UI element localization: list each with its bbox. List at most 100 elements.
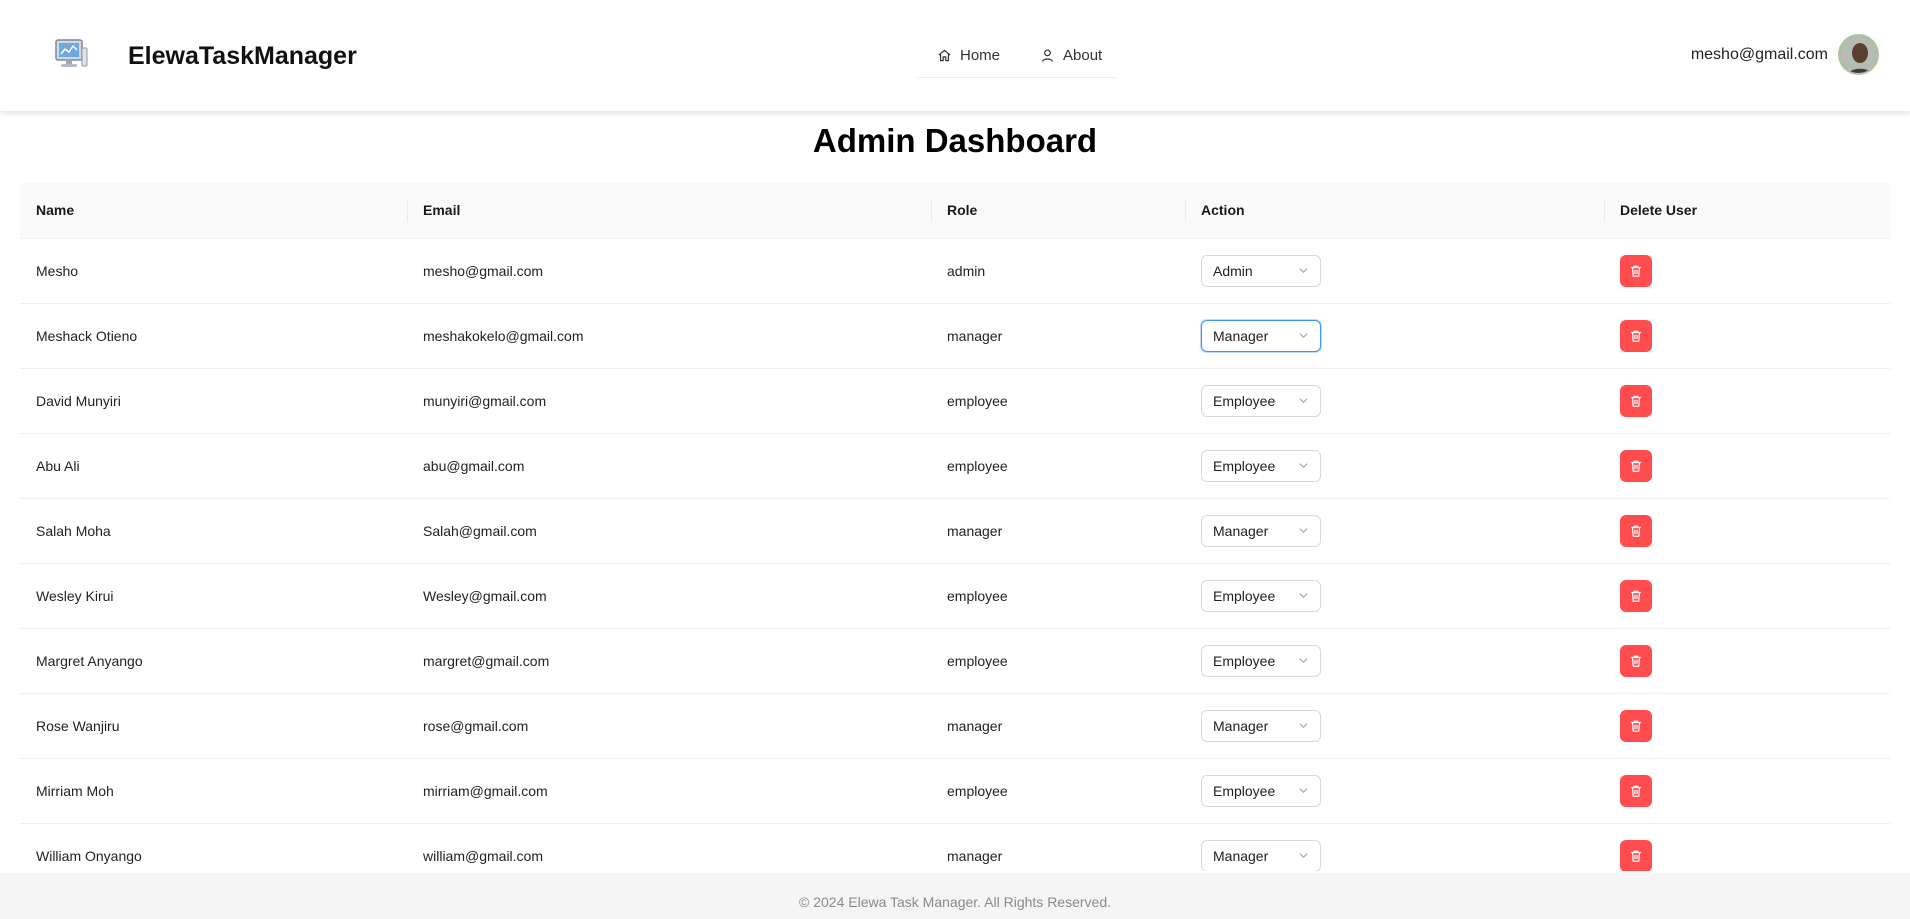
role-select-value: Employee — [1213, 652, 1276, 669]
user-role: employee — [931, 433, 1185, 499]
user-role: admin — [931, 238, 1185, 304]
trash-icon — [1631, 460, 1641, 472]
user-name: Wesley Kirui — [20, 563, 407, 629]
column-header-name: Name — [20, 183, 407, 239]
table-row: Salah Moha Salah@gmail.com manager Manager — [20, 498, 1890, 564]
user-role: manager — [931, 303, 1185, 369]
user-name: Salah Moha — [20, 498, 407, 564]
home-icon — [938, 49, 951, 61]
users-table: Name Email Role Action Delete User Mesho… — [20, 183, 1890, 871]
role-select[interactable]: Manager — [1201, 839, 1321, 871]
column-header-email: Email — [407, 183, 931, 239]
chevron-down-icon — [1299, 333, 1308, 339]
role-select[interactable]: Employee — [1201, 644, 1321, 677]
user-name: William Onyango — [20, 823, 407, 871]
page-title: Admin Dashboard — [812, 122, 1098, 159]
trash-icon — [1631, 850, 1641, 862]
trash-icon — [1631, 655, 1641, 667]
role-select[interactable]: Manager — [1201, 709, 1321, 742]
user-email-cell: margret@gmail.com — [407, 628, 931, 694]
main-nav: Home About — [917, 38, 1116, 78]
role-select-value: Manager — [1213, 522, 1269, 539]
role-select-value: Manager — [1213, 327, 1269, 344]
user-name: David Munyiri — [20, 368, 407, 434]
brand-title[interactable]: ElewaTaskManager — [128, 42, 357, 71]
trash-icon — [1631, 525, 1641, 537]
nav-home-label: Home — [960, 46, 1001, 64]
trash-icon — [1631, 265, 1641, 277]
role-select[interactable]: Employee — [1201, 579, 1321, 612]
user-email: mesho@gmail.com — [1690, 46, 1828, 63]
role-select[interactable]: Employee — [1201, 449, 1321, 482]
footer: © 2024 Elewa Task Manager. All Rights Re… — [0, 873, 1910, 919]
user-email-cell: william@gmail.com — [407, 823, 931, 871]
avatar[interactable] — [1838, 34, 1879, 75]
role-select-value: Manager — [1213, 717, 1269, 734]
delete-user-button[interactable] — [1620, 384, 1652, 417]
nav-about[interactable]: About — [1020, 38, 1122, 72]
user-icon — [1042, 48, 1053, 62]
user-name: Mesho — [20, 238, 407, 304]
delete-user-button[interactable] — [1620, 839, 1652, 871]
user-role: manager — [931, 693, 1185, 759]
user-role: employee — [931, 563, 1185, 629]
user-name: Abu Ali — [20, 433, 407, 499]
role-select[interactable]: Employee — [1201, 774, 1321, 807]
delete-user-button[interactable] — [1620, 709, 1652, 742]
chevron-down-icon — [1299, 853, 1308, 859]
delete-user-button[interactable] — [1620, 644, 1652, 677]
chevron-down-icon — [1299, 723, 1308, 729]
computer-monitor-icon[interactable] — [52, 34, 90, 72]
column-header-delete-user: Delete User — [1604, 183, 1890, 239]
table-row: Meshack Otieno meshakokelo@gmail.com manag… — [20, 303, 1890, 369]
user-email-cell: munyiri@gmail.com — [407, 368, 931, 434]
table-row: Mesho mesho@gmail.com admin Admin — [20, 238, 1890, 304]
delete-user-button[interactable] — [1620, 514, 1652, 547]
role-select[interactable]: Manager — [1201, 319, 1321, 352]
chevron-down-icon — [1299, 463, 1308, 469]
user-role: manager — [931, 498, 1185, 564]
user-email-cell: Wesley@gmail.com — [407, 563, 931, 629]
user-email-cell: meshakokelo@gmail.com — [407, 303, 931, 369]
table-row: Wesley Kirui Wesley@gmail.com employee Empl… — [20, 563, 1890, 629]
role-select-value: Employee — [1213, 587, 1276, 604]
user-email-cell: rose@gmail.com — [407, 693, 931, 759]
nav-about-label: About — [1063, 46, 1103, 64]
user-name: Rose Wanjiru — [20, 693, 407, 759]
role-select[interactable]: Manager — [1201, 514, 1321, 547]
role-select-value: Employee — [1213, 392, 1276, 409]
delete-user-button[interactable] — [1620, 449, 1652, 482]
delete-user-button[interactable] — [1620, 579, 1652, 612]
user-role: employee — [931, 758, 1185, 824]
trash-icon — [1631, 330, 1641, 342]
table-row: Mirriam Moh mirriam@gmail.com employee Empl… — [20, 758, 1890, 824]
trash-icon — [1631, 590, 1641, 602]
delete-user-button[interactable] — [1620, 774, 1652, 807]
chevron-down-icon — [1299, 593, 1308, 599]
trash-icon — [1631, 720, 1641, 732]
table-row: Rose Wanjiru rose@gmail.com manager Manager — [20, 693, 1890, 759]
role-select[interactable]: Admin — [1201, 254, 1321, 287]
chevron-down-icon — [1299, 658, 1308, 664]
user-name: Meshack Otieno — [20, 303, 407, 369]
table-row: William Onyango william@gmail.com manager M… — [20, 823, 1890, 871]
table-header-row: Name Email Role Action Delete User — [20, 183, 1890, 239]
user-name: Mirriam Moh — [20, 758, 407, 824]
user-email-cell: abu@gmail.com — [407, 433, 931, 499]
trash-icon — [1631, 785, 1641, 797]
nav-home[interactable]: Home — [917, 38, 1020, 72]
delete-user-button[interactable] — [1620, 319, 1652, 352]
user-email-cell: mesho@gmail.com — [407, 238, 931, 304]
role-select-value: Employee — [1213, 782, 1276, 799]
chevron-down-icon — [1299, 788, 1308, 794]
role-select[interactable]: Employee — [1201, 384, 1321, 417]
role-select-value: Manager — [1213, 847, 1269, 864]
user-name: Margret Anyango — [20, 628, 407, 694]
footer-copyright: © 2024 Elewa Task Manager. All Rights Re… — [799, 894, 1111, 910]
role-select-value: Employee — [1213, 457, 1276, 474]
column-header-role: Role — [931, 183, 1185, 239]
user-role: employee — [931, 368, 1185, 434]
delete-user-button[interactable] — [1620, 254, 1652, 287]
chevron-down-icon — [1299, 528, 1308, 534]
trash-icon — [1631, 395, 1641, 407]
